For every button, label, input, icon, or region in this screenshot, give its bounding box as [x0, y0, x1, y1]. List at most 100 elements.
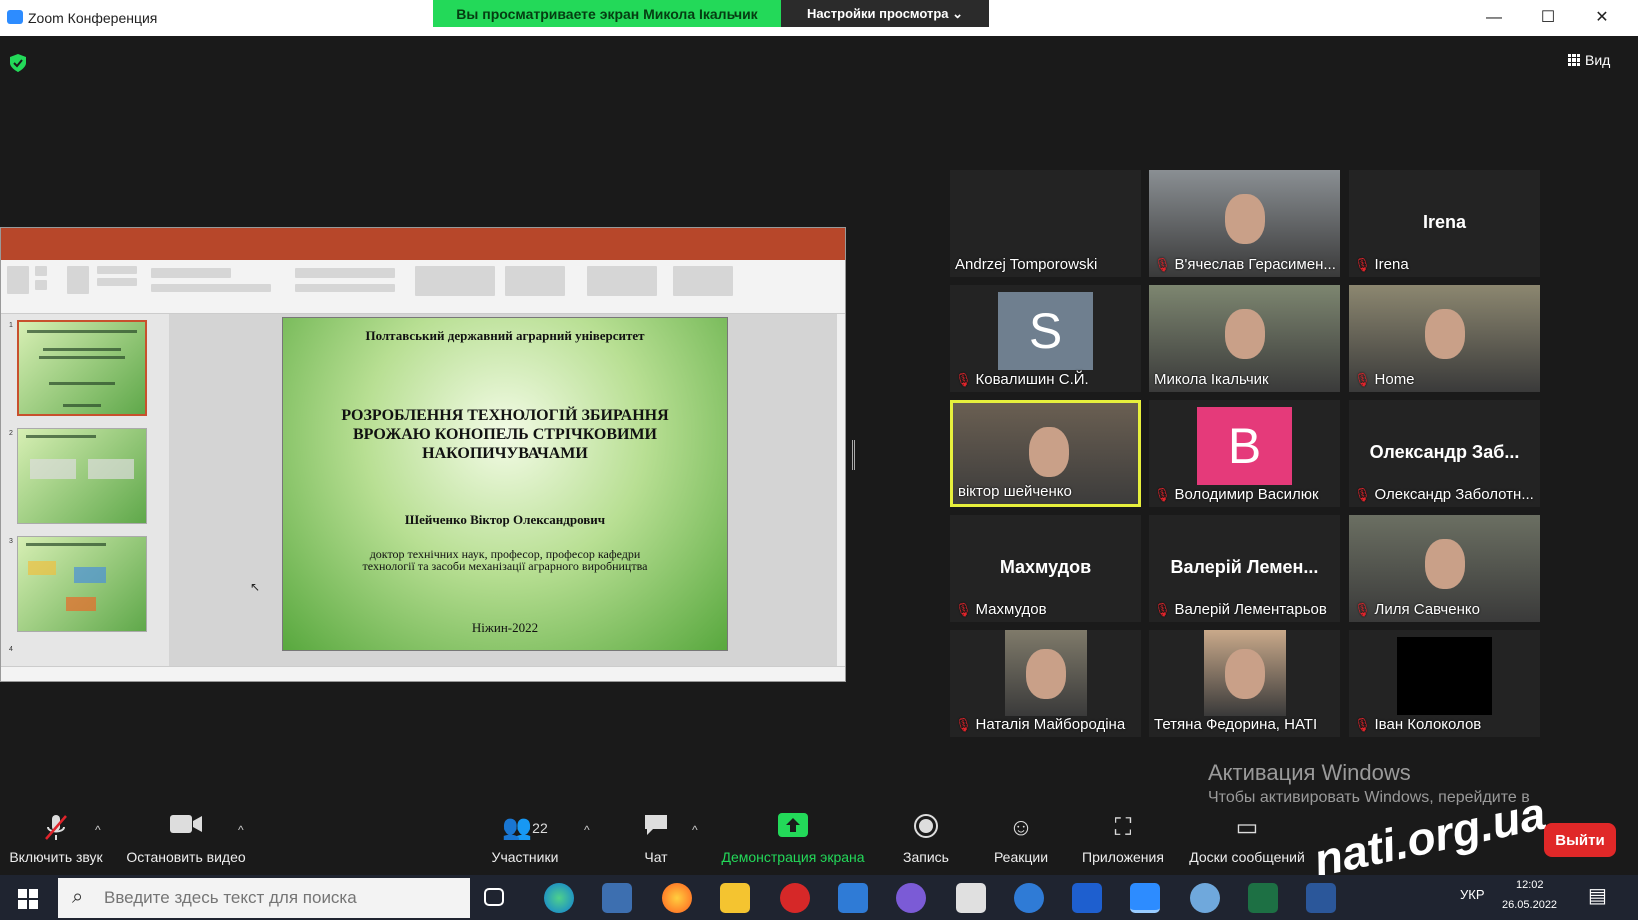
participant-name-label: Andrzej Tomporowski	[955, 256, 1098, 273]
whiteboards-label: Доски сообщений	[1189, 849, 1305, 865]
taskbar-search[interactable]: ⌕	[58, 878, 470, 918]
apps-button[interactable]: ⛶ Приложения	[1078, 813, 1168, 865]
participant-face	[1028, 426, 1069, 477]
split-handle[interactable]	[852, 440, 855, 470]
pdf-icon[interactable]	[956, 883, 986, 913]
reactions-button[interactable]: ☺ Реакции	[988, 813, 1054, 865]
participants-caret-icon[interactable]: ^	[584, 823, 590, 837]
participant-tile[interactable]: Махмудов 🎙 Махмудов	[950, 515, 1141, 622]
share-screen-label: Демонстрация экрана	[721, 849, 865, 865]
whiteboards-button[interactable]: ▭ Доски сообщений	[1184, 813, 1310, 865]
close-button[interactable]: ✕	[1590, 6, 1614, 30]
title-bar: Zoom Конференция Вы просматриваете экран…	[0, 0, 1638, 36]
participant-tile[interactable]: Irena 🎙 Irena	[1349, 170, 1540, 277]
participant-name-label: Володимир Василюк	[1174, 486, 1319, 503]
participant-name: Тетяна Федорина, НАТІ	[1154, 716, 1317, 733]
apps-label: Приложения	[1082, 849, 1164, 865]
participant-tile[interactable]: Микола Ікальчик	[1149, 285, 1340, 392]
slide-thumbnail[interactable]	[17, 320, 147, 416]
participant-video-off	[1397, 637, 1492, 715]
record-button[interactable]: Запись	[898, 813, 954, 865]
red-app-icon[interactable]	[780, 883, 810, 913]
current-slide: Полтавський державний аграрний університ…	[282, 317, 728, 651]
ppt-status-bar	[1, 666, 845, 681]
window-title: Zoom Конференция	[28, 10, 158, 26]
taskbar-search-input[interactable]	[104, 884, 454, 912]
notification-icon[interactable]: ▤	[1588, 883, 1607, 908]
clock-time[interactable]: 12:02	[1516, 879, 1544, 891]
participant-tile[interactable]: Andrzej Tomporowski	[950, 170, 1141, 277]
participant-display-name: Валерій Лемен...	[1170, 557, 1319, 577]
participant-face	[1025, 648, 1066, 699]
participant-video	[1004, 630, 1087, 716]
firefox-icon[interactable]	[662, 883, 692, 913]
participant-name: 🎙 Лиля Савченко	[1354, 601, 1480, 618]
participant-tile[interactable]: Валерій Лемен... 🎙 Валерій Лементарьов	[1149, 515, 1340, 622]
participant-tile[interactable]: B 🎙 Володимир Василюк	[1149, 400, 1340, 507]
mic-off-icon	[6, 813, 106, 843]
participants-icon: 👥	[502, 814, 533, 841]
slide-degree: доктор технічних наук, професор, професо…	[362, 547, 648, 573]
store-icon[interactable]	[838, 883, 868, 913]
window-app-icon[interactable]	[1072, 883, 1102, 913]
participant-tile[interactable]: віктор шейченко	[950, 400, 1141, 507]
apps-icon: ⛶	[1114, 814, 1132, 841]
unmute-button[interactable]: Включить звук	[6, 813, 106, 865]
zoom-taskbar-icon[interactable]	[1130, 883, 1160, 913]
audio-options-caret-icon[interactable]: ^	[95, 823, 101, 837]
zoom-window: Zoom Конференция Вы просматриваете экран…	[0, 0, 1638, 920]
participant-tile[interactable]: S 🎙 Ковалишин С.Й.	[950, 285, 1141, 392]
shield-icon[interactable]	[10, 54, 26, 72]
paint-icon[interactable]	[1190, 883, 1220, 913]
participant-tile[interactable]: 🎙 Home	[1349, 285, 1540, 392]
view-button[interactable]: Вид	[1568, 52, 1610, 68]
mic-muted-icon: 🎙	[1354, 716, 1371, 732]
clock-date[interactable]: 26.05.2022	[1502, 899, 1557, 911]
task-view-icon[interactable]	[484, 888, 504, 906]
slide-thumbnail[interactable]	[17, 428, 147, 524]
participant-name: віктор шейченко	[958, 483, 1072, 500]
video-options-caret-icon[interactable]: ^	[238, 823, 244, 837]
stop-video-button[interactable]: Остановить видео	[123, 813, 249, 865]
participant-name-label: Олександр Заболотн...	[1374, 486, 1534, 503]
participant-tile[interactable]: Олександр Заб... 🎙 Олександр Заболотн...	[1349, 400, 1540, 507]
shared-screen[interactable]: 1 2 3 4 Полтавський державний аграрний у…	[0, 227, 846, 682]
participants-count: 22	[532, 820, 548, 836]
file-explorer-icon[interactable]	[720, 883, 750, 913]
participant-face	[1224, 648, 1265, 699]
slide-thumbnails[interactable]: 1 2 3 4	[1, 314, 169, 666]
app-icon[interactable]	[1014, 883, 1044, 913]
computer-icon[interactable]	[602, 883, 632, 913]
slide-scrollbar[interactable]	[837, 314, 845, 666]
stop-video-label: Остановить видео	[126, 849, 246, 865]
mic-muted-icon: 🎙	[1354, 256, 1371, 272]
chat-button[interactable]: Чат	[636, 813, 676, 865]
edge-icon[interactable]	[544, 883, 574, 913]
slide-editor[interactable]: Полтавський державний аграрний університ…	[169, 314, 845, 666]
participants-label: Участники	[491, 849, 559, 865]
share-screen-button[interactable]: Демонстрация экрана	[718, 813, 868, 865]
view-options-button[interactable]: Настройки просмотра ⌄	[781, 0, 989, 27]
participant-tile[interactable]: 🎙 Лиля Савченко	[1349, 515, 1540, 622]
minimize-button[interactable]: —	[1482, 6, 1506, 30]
language-indicator[interactable]: УКР	[1460, 887, 1485, 902]
participant-tile[interactable]: 🎙 В'ячеслав Герасимен...	[1149, 170, 1340, 277]
windows-start-icon[interactable]	[18, 889, 38, 909]
participant-name-label: Валерій Лементарьов	[1174, 601, 1327, 618]
viber-icon[interactable]	[896, 883, 926, 913]
chat-caret-icon[interactable]: ^	[692, 823, 698, 837]
participant-tile[interactable]: 🎙 Наталія Майбородіна	[950, 630, 1141, 737]
mic-muted-icon: 🎙	[1154, 486, 1171, 502]
participant-name: 🎙 Irena	[1354, 256, 1409, 273]
maximize-button[interactable]: ☐	[1536, 6, 1560, 30]
participants-button[interactable]: 👥22 Участники	[486, 813, 564, 865]
windows-taskbar: ⌕ УКР 12:02 26.05.2022 ▤	[0, 875, 1638, 920]
word-icon[interactable]	[1306, 883, 1336, 913]
participant-tile[interactable]: Тетяна Федорина, НАТІ	[1149, 630, 1340, 737]
slide-thumbnail[interactable]	[17, 536, 147, 632]
slide-title: РОЗРОБЛЕННЯ ТЕХНОЛОГІЙ ЗБИРАННЯ ВРОЖАЮ К…	[341, 407, 669, 462]
participant-tile[interactable]: 🎙 Іван Колоколов	[1349, 630, 1540, 737]
excel-icon[interactable]	[1248, 883, 1278, 913]
leave-button[interactable]: Выйти	[1544, 823, 1616, 857]
grid-icon	[1568, 54, 1580, 66]
